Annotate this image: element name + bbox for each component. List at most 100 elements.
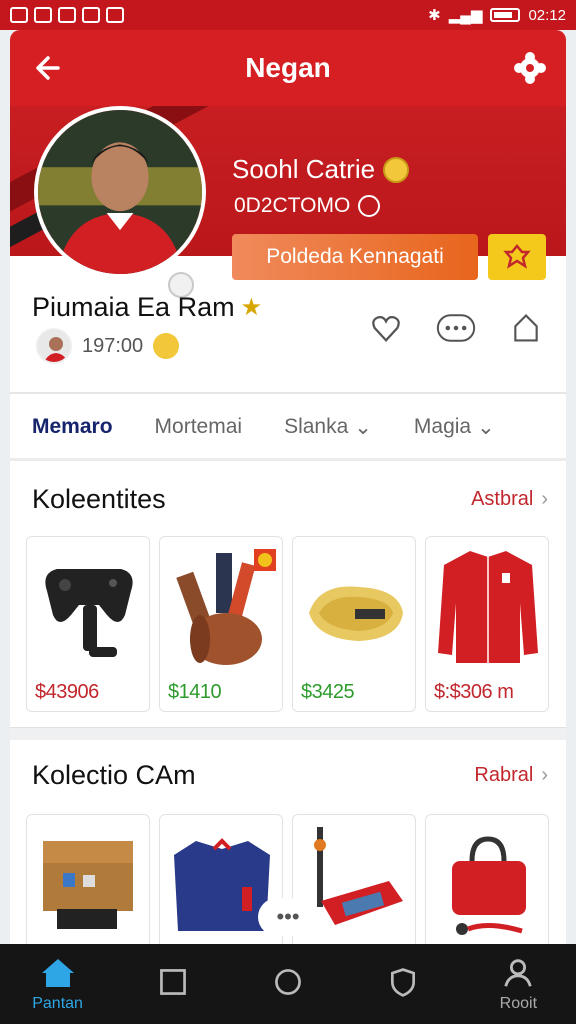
tab-mortemai[interactable]: Mortemai bbox=[155, 415, 243, 439]
tab-memaro[interactable]: Memaro bbox=[32, 415, 113, 439]
screen: ✱ ▂▄▆ 02:12 Negan Soohl Catrie 0D2CTOMO … bbox=[0, 0, 576, 1024]
see-all-text: Astbral bbox=[471, 488, 534, 510]
red-bag-icon bbox=[432, 821, 544, 944]
wooden-box-icon bbox=[33, 821, 145, 944]
product-card[interactable]: $43906 bbox=[26, 536, 150, 712]
more-button[interactable] bbox=[436, 308, 476, 348]
status-bar: ✱ ▂▄▆ 02:12 bbox=[0, 0, 576, 30]
product-card[interactable] bbox=[26, 814, 150, 944]
heart-icon bbox=[372, 316, 400, 342]
username-text: Piumaia Ea Ram bbox=[32, 292, 235, 322]
profile-actions bbox=[366, 308, 546, 348]
coin-icon bbox=[383, 156, 410, 183]
clock: 02:12 bbox=[528, 6, 566, 24]
tab-label: Magia bbox=[413, 415, 472, 438]
back-arrow-icon bbox=[36, 56, 60, 80]
yellow-belt-icon bbox=[299, 543, 411, 671]
signal-icon: ▂▄▆ bbox=[448, 7, 483, 24]
follower-count: 197:00 bbox=[82, 334, 144, 357]
player-photo-icon bbox=[38, 110, 202, 274]
tab-magia[interactable]: Magia ⌄ bbox=[414, 415, 495, 440]
bottom-navigation: Pantan Rooit bbox=[0, 944, 576, 1024]
mini-avatar[interactable] bbox=[36, 328, 72, 364]
nav-circle[interactable] bbox=[243, 964, 333, 1004]
profile-display-title: Soohl Catrie bbox=[232, 154, 410, 185]
nav-shield[interactable] bbox=[358, 964, 448, 1004]
gift-icon bbox=[503, 244, 531, 269]
nav-profile[interactable]: Rooit bbox=[473, 955, 563, 1013]
tab-underline bbox=[10, 458, 566, 461]
see-all-text: Rabral bbox=[474, 764, 534, 786]
section-gap bbox=[10, 728, 566, 740]
nav-label: Rooit bbox=[499, 995, 538, 1012]
section-title: Koleentites bbox=[32, 484, 166, 514]
home-icon bbox=[40, 955, 76, 991]
more-dots-icon bbox=[436, 314, 476, 342]
profile-avatar[interactable] bbox=[34, 106, 206, 278]
gamepad-icon bbox=[33, 543, 145, 671]
tab-slanka[interactable]: Slanka ⌄ bbox=[284, 415, 372, 440]
battery-icon bbox=[490, 8, 521, 22]
leather-roll-icon bbox=[166, 543, 278, 671]
top-bar: Negan bbox=[10, 30, 566, 106]
red-jacket-icon bbox=[432, 543, 544, 671]
tab-label: Mortemai bbox=[154, 415, 243, 438]
shield-icon bbox=[385, 964, 421, 1000]
like-button[interactable] bbox=[366, 308, 406, 348]
gift-button[interactable] bbox=[488, 234, 546, 280]
nav-square[interactable] bbox=[128, 964, 218, 1004]
chevron-right-icon: › bbox=[541, 488, 548, 510]
follow-button[interactable]: Poldeda Kennagati bbox=[232, 234, 478, 280]
product-price: $:$306 m bbox=[434, 681, 514, 703]
notification-icon bbox=[58, 7, 76, 23]
notification-icon bbox=[82, 7, 100, 23]
tab-bar: Memaro Mortemai Slanka ⌄ Magia ⌄ bbox=[10, 396, 566, 458]
product-list: $43906 $1410 $3425 $:$306 m bbox=[26, 536, 549, 712]
nav-label: Pantan bbox=[32, 995, 83, 1012]
emoji-icon bbox=[153, 333, 180, 359]
product-price: $1410 bbox=[168, 681, 222, 703]
tab-label: Slanka bbox=[284, 415, 349, 438]
product-price: $43906 bbox=[35, 681, 99, 703]
profile-handle: 0D2CTOMO bbox=[234, 194, 381, 218]
profile-icon bbox=[500, 955, 536, 991]
chevron-right-icon: › bbox=[541, 764, 548, 786]
divider bbox=[10, 392, 566, 394]
circle-icon bbox=[270, 964, 306, 1000]
bluetooth-icon: ✱ bbox=[428, 7, 441, 24]
product-card[interactable] bbox=[425, 814, 549, 944]
product-card[interactable]: $3425 bbox=[292, 536, 416, 712]
chevron-down-icon: ⌄ bbox=[354, 415, 372, 439]
settings-button[interactable] bbox=[512, 50, 548, 86]
product-card[interactable]: $1410 bbox=[159, 536, 283, 712]
section-title: Kolectio CAm bbox=[32, 760, 196, 790]
nav-home[interactable]: Pantan bbox=[13, 955, 103, 1013]
notification-icon bbox=[10, 7, 28, 23]
collection-section: Koleentites Astbral › $43906 $1410 $3425… bbox=[10, 464, 566, 728]
gear-icon bbox=[514, 52, 546, 84]
notification-icons bbox=[10, 7, 124, 23]
share-button[interactable] bbox=[506, 308, 546, 348]
back-button[interactable] bbox=[30, 48, 70, 88]
page-title: Negan bbox=[245, 52, 331, 83]
product-price: $3425 bbox=[301, 681, 355, 703]
verified-icon bbox=[358, 195, 381, 217]
tab-label: Memaro bbox=[32, 415, 113, 438]
profile-title-text: Soohl Catrie bbox=[232, 154, 376, 184]
handle-text: 0D2CTOMO bbox=[234, 194, 351, 217]
mini-player-icon bbox=[38, 330, 70, 362]
notification-icon bbox=[34, 7, 52, 23]
follower-row: 197:00 bbox=[36, 328, 180, 364]
notification-icon bbox=[106, 7, 124, 23]
app-frame: Negan Soohl Catrie 0D2CTOMO Poldeda Kenn… bbox=[10, 30, 566, 944]
section-see-all-link[interactable]: Rabral › bbox=[474, 764, 548, 787]
more-float-button[interactable]: ••• bbox=[258, 898, 318, 936]
product-card[interactable]: $:$306 m bbox=[425, 536, 549, 712]
status-icons: ✱ ▂▄▆ 02:12 bbox=[428, 6, 566, 25]
username: Piumaia Ea Ram ★ bbox=[32, 292, 262, 323]
star-icon: ★ bbox=[240, 294, 263, 321]
chevron-down-icon: ⌄ bbox=[477, 415, 495, 439]
section-see-all-link[interactable]: Astbral › bbox=[471, 488, 548, 511]
square-icon bbox=[155, 964, 191, 1000]
share-icon bbox=[514, 314, 538, 342]
